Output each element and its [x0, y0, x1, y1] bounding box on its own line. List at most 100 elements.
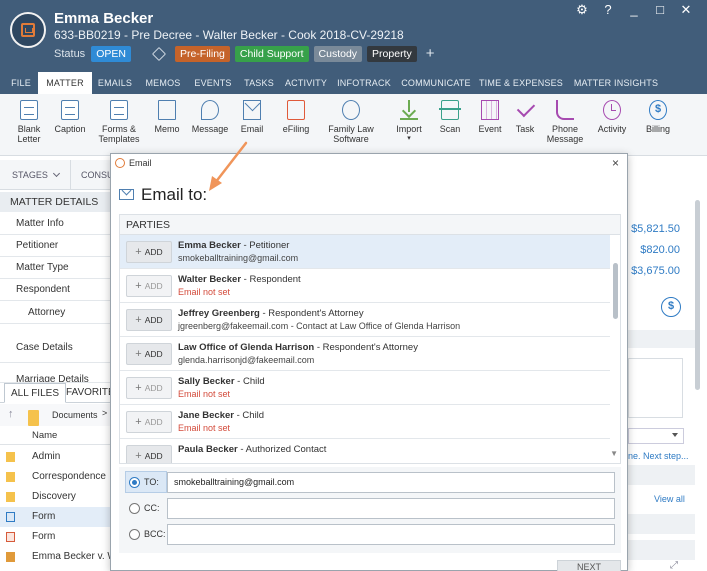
billing-button[interactable]: $ Billing: [642, 100, 674, 134]
sidebar-item-attorney[interactable]: Attorney: [0, 302, 110, 324]
next-button[interactable]: NEXT: [557, 560, 621, 571]
tab-matter[interactable]: MATTER: [38, 72, 92, 94]
breadcrumb-documents[interactable]: Documents: [52, 410, 98, 420]
plus-icon: +: [135, 280, 142, 292]
scrollbar-thumb[interactable]: [613, 263, 618, 319]
party-name: Jeffrey Greenberg - Respondent's Attorne…: [178, 308, 364, 319]
dropdown-select[interactable]: [628, 428, 684, 444]
plus-icon: +: [135, 314, 142, 326]
column-header-name[interactable]: Name: [0, 427, 110, 445]
tag-child-support[interactable]: Child Support: [234, 46, 309, 62]
close-window-button[interactable]: ✕: [673, 2, 699, 18]
file-row[interactable]: Correspondence: [0, 467, 110, 487]
party-email: Email not set: [178, 423, 231, 433]
tab-memos[interactable]: MEMOS: [138, 72, 188, 94]
sidebar-item-petitioner[interactable]: Petitioner: [0, 235, 110, 257]
activity-button[interactable]: Activity: [594, 100, 630, 134]
expand-icon[interactable]: ⤢: [670, 560, 678, 571]
task-button[interactable]: Task: [512, 100, 538, 134]
tab-infotrack[interactable]: INFOTRACK: [332, 72, 396, 94]
phone-message-button[interactable]: Phone Message: [546, 100, 584, 144]
caption-button[interactable]: Caption: [52, 100, 88, 134]
stages-dropdown[interactable]: STAGES: [12, 169, 60, 180]
to-radio[interactable]: [129, 477, 140, 488]
tab-time-expenses[interactable]: TIME & EXPENSES: [478, 72, 564, 94]
minimize-button[interactable]: _: [621, 2, 647, 18]
add-party-button[interactable]: + ADD: [126, 411, 172, 433]
cc-row: CC:: [119, 497, 621, 521]
dollar-icon[interactable]: $: [661, 297, 681, 317]
plus-icon: +: [135, 450, 142, 462]
sidebar-item-case-details[interactable]: Case Details: [0, 337, 110, 363]
tab-tasks[interactable]: TASKS: [238, 72, 280, 94]
import-button[interactable]: Import ▾: [392, 100, 426, 142]
sidebar-item-respondent[interactable]: Respondent: [0, 279, 110, 301]
close-icon[interactable]: ×: [612, 156, 619, 170]
tab-emails[interactable]: EMAILS: [92, 72, 138, 94]
file-row[interactable]: Form: [0, 507, 110, 527]
tab-communicate[interactable]: COMMUNICATE: [398, 72, 474, 94]
add-party-button[interactable]: + ADD: [126, 241, 172, 263]
file-row[interactable]: Admin: [0, 447, 110, 467]
sidebar-item-matter-info[interactable]: Matter Info: [0, 213, 110, 235]
smokeball-icon: [115, 158, 125, 168]
event-button[interactable]: Event: [476, 100, 504, 134]
efiling-button[interactable]: eFiling: [280, 100, 312, 134]
tab-events[interactable]: EVENTS: [188, 72, 238, 94]
forms-templates-button[interactable]: Forms & Templates: [96, 100, 142, 144]
view-all-link[interactable]: View all: [654, 494, 685, 504]
consultation-tab[interactable]: CONSU: [70, 160, 114, 190]
file-row[interactable]: Discovery: [0, 487, 110, 507]
tab-activity[interactable]: ACTIVITY: [280, 72, 332, 94]
status-badge[interactable]: OPEN: [91, 46, 131, 62]
party-row: + ADD Sally Becker - Child Email not set: [120, 371, 610, 405]
gear-icon[interactable]: ⚙: [569, 2, 595, 18]
help-button[interactable]: ?: [595, 2, 621, 18]
notes-box[interactable]: [628, 358, 683, 418]
cc-field[interactable]: [167, 498, 615, 519]
scrollbar[interactable]: [695, 200, 700, 390]
pdf-icon: [6, 532, 15, 542]
party-role: - Respondent: [241, 274, 301, 285]
blank-letter-button[interactable]: Blank Letter: [12, 100, 46, 144]
amount-value[interactable]: $3,675.00: [631, 265, 680, 277]
file-row[interactable]: Form: [0, 527, 110, 547]
tab-matter-insights[interactable]: MATTER INSIGHTS: [566, 72, 666, 94]
message-icon: [201, 100, 219, 120]
add-party-button[interactable]: + ADD: [126, 275, 172, 297]
party-row: + ADD Jeffrey Greenberg - Respondent's At…: [120, 303, 610, 337]
plus-icon[interactable]: +: [426, 46, 435, 61]
to-field[interactable]: smokeballtraining@gmail.com: [167, 472, 615, 493]
parties-scrollbar[interactable]: ▼: [610, 235, 620, 463]
tag-pre-filing[interactable]: Pre-Filing: [174, 46, 230, 62]
family-law-software-button[interactable]: Family Law Software: [326, 100, 376, 144]
sidebar-item-matter-type[interactable]: Matter Type: [0, 257, 110, 279]
tag-property[interactable]: Property: [367, 46, 417, 62]
email-button[interactable]: Email: [236, 100, 268, 134]
add-party-button[interactable]: + ADD: [126, 445, 172, 463]
message-button[interactable]: Message: [190, 100, 230, 134]
amount-value[interactable]: $5,821.50: [631, 223, 680, 235]
memo-button[interactable]: Memo: [150, 100, 184, 134]
file-row[interactable]: Emma Becker v. Wa: [0, 547, 110, 567]
add-party-button[interactable]: + ADD: [126, 343, 172, 365]
sidebar-item-marriage-details[interactable]: Marriage Details: [0, 370, 110, 383]
tool-label: Caption: [54, 124, 86, 134]
up-arrow-icon[interactable]: ↑: [8, 408, 14, 420]
bcc-radio[interactable]: [129, 529, 140, 540]
tag-custody[interactable]: Custody: [313, 46, 363, 62]
amount-value[interactable]: $820.00: [640, 244, 680, 256]
panel-band: [628, 330, 695, 348]
add-party-button[interactable]: + ADD: [126, 309, 172, 331]
tab-all-files[interactable]: ALL FILES: [4, 383, 66, 403]
chevron-down-icon[interactable]: ▼: [610, 449, 618, 458]
tool-label: Blank: [17, 124, 41, 134]
scan-button[interactable]: Scan: [436, 100, 464, 134]
bcc-field[interactable]: [167, 524, 615, 545]
tab-file[interactable]: FILE: [4, 72, 38, 94]
add-party-button[interactable]: + ADD: [126, 377, 172, 399]
next-step-link[interactable]: ne. Next step...: [628, 451, 689, 461]
party-name-text: Walter Becker: [178, 274, 242, 285]
maximize-button[interactable]: □: [647, 2, 673, 18]
cc-radio[interactable]: [129, 503, 140, 514]
